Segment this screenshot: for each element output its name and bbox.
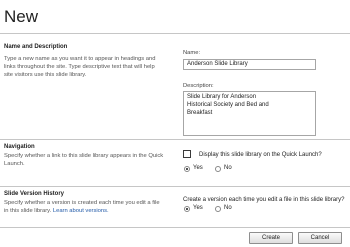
version-yes-radio[interactable] bbox=[184, 206, 190, 212]
no-label: No bbox=[224, 165, 232, 171]
section-description: Specify whether a link to this slide lib… bbox=[4, 153, 164, 167]
learn-about-versions-link[interactable]: Learn about versions. bbox=[53, 208, 109, 214]
version-history-section: Slide Version History Specify whether a … bbox=[0, 187, 350, 227]
section-description: Specify whether a version is created eac… bbox=[4, 200, 160, 214]
quick-launch-icon bbox=[183, 150, 191, 158]
cancel-button[interactable]: Cancel bbox=[298, 232, 342, 244]
new-slide-library-page: New Name and Description Type a new name… bbox=[0, 0, 350, 247]
section-divider bbox=[0, 227, 350, 228]
name-input[interactable]: Anderson Slide Library bbox=[183, 59, 316, 70]
navigation-fields: Display this slide library on the Quick … bbox=[180, 140, 350, 186]
create-button[interactable]: Create bbox=[249, 232, 293, 244]
name-description-fields: Name: Anderson Slide Library Description… bbox=[180, 34, 350, 139]
no-label: No bbox=[224, 205, 232, 211]
description-label: Description: bbox=[183, 83, 214, 89]
section-description: Type a new name as you want it to appear… bbox=[4, 56, 156, 78]
page-title: New bbox=[4, 7, 39, 26]
section-heading: Navigation bbox=[4, 144, 35, 150]
name-description-section: Name and Description Type a new name as … bbox=[0, 34, 350, 139]
navigation-section: Navigation Specify whether a link to thi… bbox=[0, 140, 350, 186]
name-label: Name: bbox=[183, 50, 201, 56]
quick-launch-question: Display this slide library on the Quick … bbox=[199, 152, 322, 158]
yes-label: Yes bbox=[193, 205, 203, 211]
quick-launch-no-radio[interactable] bbox=[215, 166, 221, 172]
section-heading: Slide Version History bbox=[4, 191, 65, 197]
version-fields: Create a version each time you edit a fi… bbox=[180, 187, 350, 227]
section-heading: Name and Description bbox=[4, 44, 68, 50]
version-no-radio[interactable] bbox=[215, 206, 221, 212]
description-textarea[interactable]: Slide Library for Anderson Historical So… bbox=[183, 91, 316, 136]
yes-label: Yes bbox=[193, 165, 203, 171]
version-question: Create a version each time you edit a fi… bbox=[183, 197, 345, 203]
quick-launch-yes-radio[interactable] bbox=[184, 166, 190, 172]
